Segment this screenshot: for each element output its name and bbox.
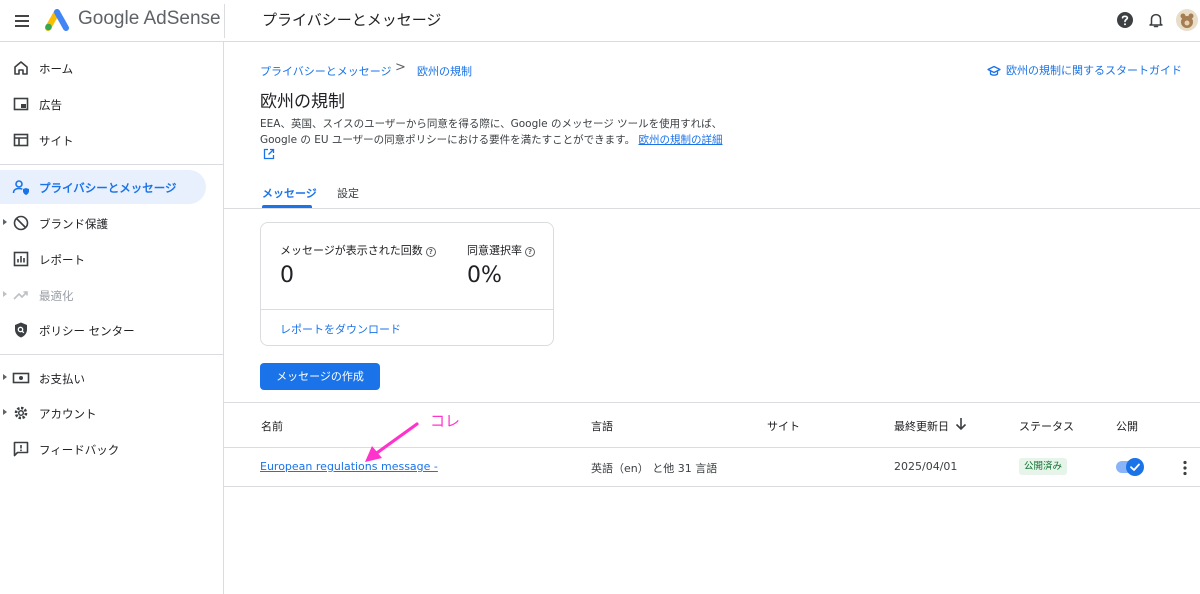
ads-icon — [13, 97, 29, 111]
privacy-user-icon — [12, 180, 29, 195]
sidebar-item-reports[interactable]: レポート — [0, 242, 206, 276]
sidebar-item-label: 最適化 — [39, 289, 74, 303]
consent-rate-label: 同意選択率? — [467, 242, 535, 258]
avatar[interactable] — [1176, 9, 1198, 31]
stats-card: メッセージが表示された回数? 0 同意選択率? 0% レポートをダウンロード — [260, 222, 554, 346]
feedback-icon — [13, 441, 29, 457]
impressions-label: メッセージが表示された回数? — [280, 242, 436, 258]
impressions-label-text: メッセージが表示された回数 — [280, 244, 423, 257]
more-vert-icon[interactable] — [1180, 459, 1190, 477]
table-row-updated: 2025/04/01 — [894, 460, 958, 473]
table-row-language: 英語（en） と他 31 言語 — [591, 462, 718, 475]
card-divider — [261, 309, 553, 310]
sidebar-item-policy-center[interactable]: ポリシー センター — [0, 313, 206, 347]
sidebar-item-label: お支払い — [39, 372, 85, 386]
breadcrumb-separator: > — [395, 60, 406, 75]
sidebar-item-sites[interactable]: サイト — [0, 123, 206, 157]
block-icon — [13, 215, 29, 231]
help-icon[interactable] — [1115, 10, 1135, 30]
annotation-arrow-icon — [365, 422, 419, 462]
expand-caret-icon — [3, 409, 7, 415]
table-row-divider — [224, 486, 1200, 487]
help-circle-icon[interactable]: ? — [425, 247, 436, 257]
adsense-logo-icon[interactable] — [44, 7, 72, 31]
tab-messages[interactable]: メッセージ — [262, 185, 317, 201]
column-header-last-updated[interactable]: 最終更新日 — [894, 418, 949, 434]
top-app-bar: Google AdSense プライバシーとメッセージ — [0, 0, 1200, 42]
policy-shield-icon — [15, 322, 27, 338]
column-header-language: 言語 — [591, 420, 613, 433]
expand-caret-icon — [3, 291, 7, 297]
sidebar-divider — [0, 354, 224, 355]
check-icon — [1130, 463, 1140, 471]
arrow-down-icon[interactable] — [954, 416, 968, 432]
tab-bar: メッセージ 設定 — [224, 176, 1200, 209]
page-title: 欧州の規制 — [260, 92, 345, 112]
brand-divider — [224, 4, 225, 38]
sidebar-item-home[interactable]: ホーム — [0, 51, 206, 85]
create-message-button[interactable]: メッセージの作成 — [260, 363, 380, 390]
menu-icon[interactable] — [10, 9, 34, 33]
sidebar-item-label: ホーム — [39, 62, 74, 76]
guide-link-label: 欧州の規制に関するスタートガイド — [1006, 64, 1182, 77]
description-line-2: Google の EU ユーザーの同意ポリシーにおける要件を満たすことができます… — [260, 134, 636, 146]
tab-settings[interactable]: 設定 — [337, 185, 359, 201]
page-heading: プライバシーとメッセージ — [262, 11, 442, 29]
sidebar-item-label: ブランド保護 — [39, 217, 108, 231]
open-in-new-icon[interactable] — [263, 148, 275, 160]
expand-caret-icon — [3, 219, 7, 225]
getting-started-guide-link[interactable]: 欧州の規制に関するスタートガイド — [987, 62, 1182, 78]
breadcrumb-current[interactable]: 欧州の規制 — [417, 63, 472, 79]
consent-rate-value: 0% — [467, 263, 502, 288]
sidebar-item-optimization[interactable]: 最適化 — [0, 278, 206, 312]
trending-up-icon — [13, 291, 28, 300]
sidebar-item-account[interactable]: アカウント — [0, 396, 206, 430]
sidebar-item-privacy-messaging[interactable]: プライバシーとメッセージ — [0, 170, 206, 204]
report-icon — [13, 251, 29, 267]
breadcrumb-parent[interactable]: プライバシーとメッセージ — [260, 63, 392, 79]
sidebar-item-label: サイト — [39, 134, 74, 148]
gear-icon — [14, 406, 28, 420]
sidebar-divider — [0, 164, 224, 165]
toggle-thumb — [1126, 458, 1144, 476]
annotation-label: コレ — [430, 412, 461, 430]
school-icon — [987, 65, 1001, 76]
column-header-published: 公開 — [1116, 420, 1138, 433]
page-description: EEA、英国、スイスのユーザーから同意を得る際に、Google のメッセージ ツ… — [260, 116, 730, 148]
impressions-value: 0 — [280, 263, 294, 288]
sidebar-item-label: プライバシーとメッセージ — [39, 181, 177, 195]
brand-name[interactable]: Google AdSense — [78, 8, 221, 30]
expand-caret-icon — [3, 374, 7, 380]
regulations-details-link[interactable]: 欧州の規制の詳細 — [638, 134, 722, 146]
column-header-name: 名前 — [261, 420, 283, 433]
table-top-border — [224, 402, 1200, 403]
sidebar: ホーム 広告 サイト プライバシーとメッセージ ブランド保護 レポート 最適化 … — [0, 42, 224, 594]
status-badge: 公開済み — [1019, 458, 1068, 475]
sidebar-item-label: アカウント — [39, 407, 97, 421]
home-icon — [14, 61, 28, 75]
download-report-link[interactable]: レポートをダウンロード — [280, 321, 401, 337]
sidebar-item-label: 広告 — [39, 98, 62, 112]
sidebar-item-feedback[interactable]: フィードバック — [0, 432, 206, 466]
column-header-status: ステータス — [1019, 420, 1074, 433]
help-circle-icon[interactable]: ? — [525, 247, 535, 257]
publish-toggle[interactable] — [1116, 458, 1144, 476]
sidebar-item-ads[interactable]: 広告 — [0, 87, 206, 121]
description-line-1: EEA、英国、スイスのユーザーから同意を得る際に、Google のメッセージ ツ… — [260, 118, 723, 130]
sites-icon — [13, 133, 29, 147]
payments-icon — [12, 372, 30, 384]
sidebar-item-label: ポリシー センター — [39, 324, 135, 338]
sidebar-item-payments[interactable]: お支払い — [0, 361, 206, 395]
consent-rate-label-text: 同意選択率 — [467, 244, 522, 257]
bell-icon[interactable] — [1146, 10, 1166, 30]
sidebar-item-brand-safety[interactable]: ブランド保護 — [0, 206, 206, 240]
active-tab-indicator — [262, 205, 312, 208]
sidebar-item-label: フィードバック — [39, 443, 120, 457]
sidebar-item-label: レポート — [39, 253, 85, 267]
column-header-site: サイト — [767, 420, 800, 433]
